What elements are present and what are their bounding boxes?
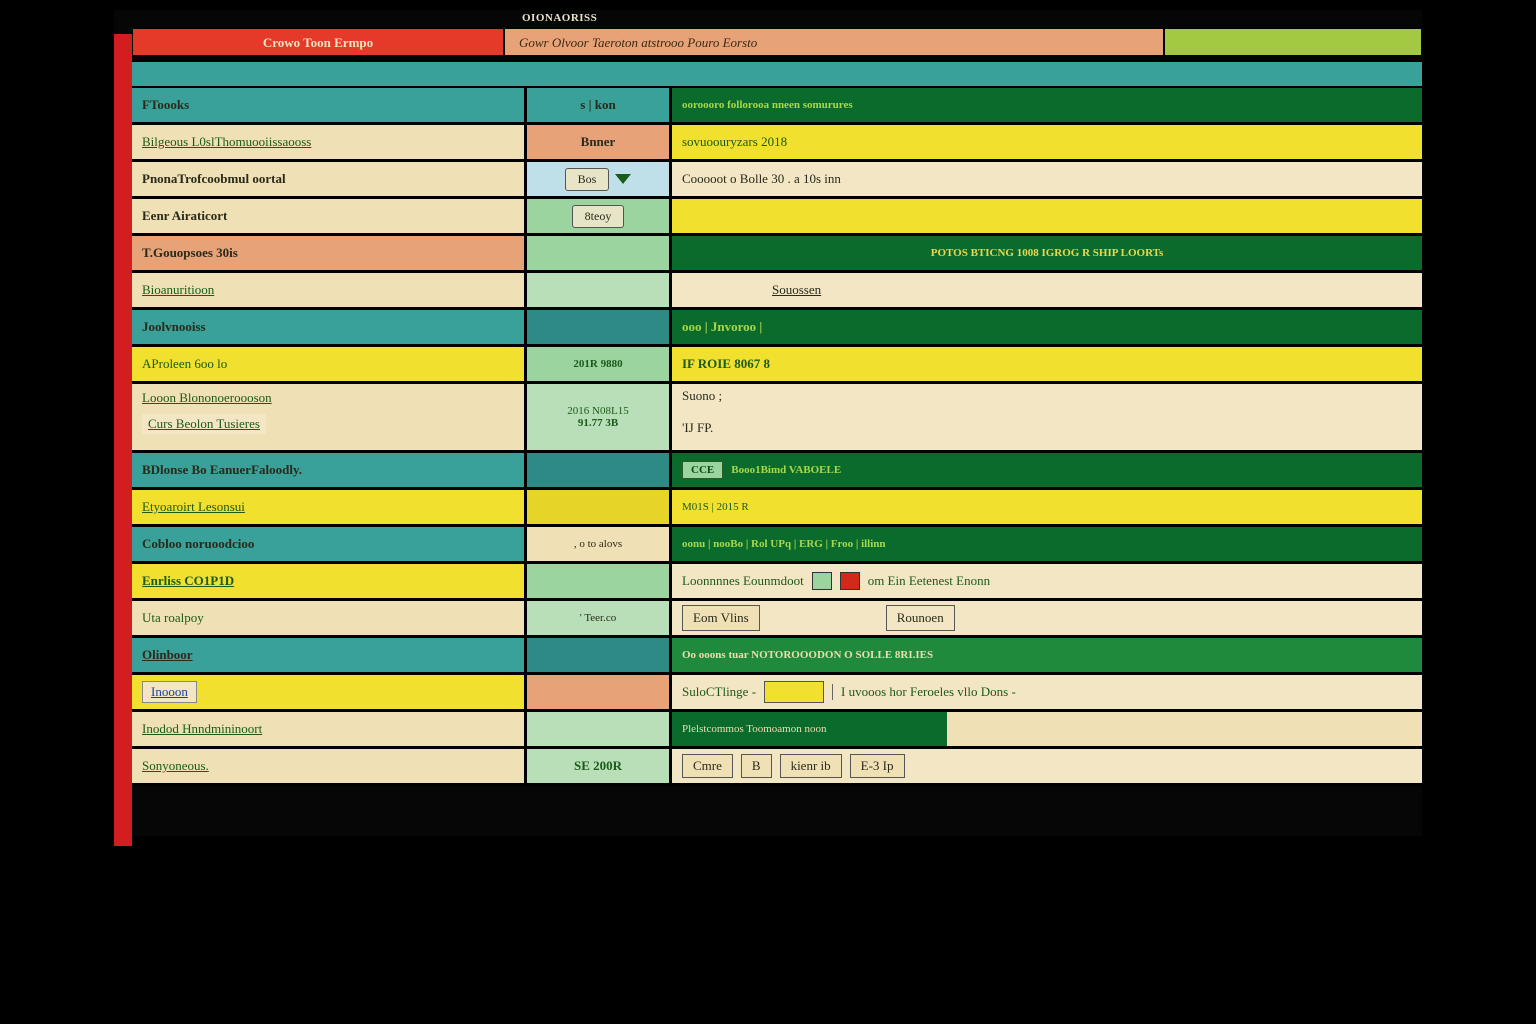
header-bar: Crowo Toon Ermpo Gowr Olvoor Taeroton at…: [132, 28, 1422, 56]
header-green[interactable]: [1164, 28, 1422, 56]
row-16: Inodod Hnndmininoort Plelstcommos Toomoam…: [132, 712, 1422, 749]
row-17: Sonyoneous.SE 200R Cmre Bkienr ib E-3 Ip: [132, 749, 1422, 786]
row-12-label[interactable]: Enrliss CO1P1D: [132, 564, 527, 598]
row-0-detail: ooroooro follorooa nneen somurures: [672, 88, 1422, 122]
row-17-label[interactable]: Sonyoneous.: [132, 749, 527, 783]
row-9-value: [527, 453, 672, 487]
row-10-label[interactable]: Etyoaroirt Lesonsui: [132, 490, 527, 524]
data-grid: FToookss | konooroooro follorooa nneen s…: [132, 88, 1422, 836]
row-11-label[interactable]: Cobloo noruoodcioo: [132, 527, 527, 561]
row-4-value: [527, 236, 672, 270]
row-6-value: [527, 310, 672, 344]
row-8-label[interactable]: Looon BlononoerooosonCurs Beolon Tusiere…: [132, 384, 527, 450]
row-5-detail: Souossen: [672, 273, 1422, 307]
header-peach: Gowr Olvoor Taeroton atstrooo Pouro Eors…: [504, 28, 1164, 56]
row-6: Joolvnooiss ooo | Jnvoroo |: [132, 310, 1422, 347]
row-3-value[interactable]: 8teoy: [527, 199, 672, 233]
row-6-label[interactable]: Joolvnooiss: [132, 310, 527, 344]
row-10-value: [527, 490, 672, 524]
row-13-value: ' Teer.co: [527, 601, 672, 635]
row-17-detail: Cmre Bkienr ib E-3 Ip: [672, 749, 1422, 783]
left-rail: [114, 34, 132, 846]
row-16-value: [527, 712, 672, 746]
contact-icon[interactable]: [812, 572, 832, 590]
sub-band: [132, 60, 1422, 89]
highlight-block[interactable]: [764, 681, 824, 703]
row-7-value: 201R 9880: [527, 347, 672, 381]
row-5-label[interactable]: Bioanuritioon: [132, 273, 527, 307]
row-0-value: s | kon: [527, 88, 672, 122]
row-5-value: [527, 273, 672, 307]
row-15: Inooon SuloCTlinge -I uvooos hor Feroeles…: [132, 675, 1422, 712]
row-11-value: , o to alovs: [527, 527, 672, 561]
row-1-label[interactable]: Bilgeous L0slThomuooiissaooss: [132, 125, 527, 159]
row-3-detail: [672, 199, 1422, 233]
row-11: Cobloo noruoodcioo, o to alovsoonu | noo…: [132, 527, 1422, 564]
app-frame: OIONAORISS Crowo Toon Ermpo Gowr Olvoor …: [104, 0, 1432, 846]
row-1-value: Bnner: [527, 125, 672, 159]
row-2-label[interactable]: PnonaTrofcoobmul oortal: [132, 162, 527, 196]
row-16-label[interactable]: Inodod Hnndmininoort: [132, 712, 527, 746]
row-0: FToookss | konooroooro follorooa nneen s…: [132, 88, 1422, 125]
alert-icon[interactable]: [840, 572, 860, 590]
row-4-detail: POTOS BTICNG 1008 IGROG R SHIP LOORTs: [672, 236, 1422, 270]
row-5: Bioanuritioon Souossen: [132, 273, 1422, 310]
row-13-label[interactable]: Uta roalpoy: [132, 601, 527, 635]
row-7: AProleen 6oo lo201R 9880IF ROIE 8067 8: [132, 347, 1422, 384]
header-red[interactable]: Crowo Toon Ermpo: [132, 28, 504, 56]
row-7-detail: IF ROIE 8067 8: [672, 347, 1422, 381]
row-8-detail: Suono ;'IJ FP.: [672, 384, 1422, 450]
btn-0[interactable]: Cmre: [682, 754, 733, 778]
row-12-detail: Loonnnnes Eounmdootom Ein Eetenest Enonn: [672, 564, 1422, 598]
box-left[interactable]: Eom Vlins: [682, 605, 760, 631]
row-13: Uta roalpoy' Teer.co Eom Vlins Rounoen: [132, 601, 1422, 638]
box-right[interactable]: Rounoen: [886, 605, 955, 631]
row-8-value: 2016 N08L1591.77 3B: [527, 384, 672, 450]
row-9: BDlonse Bo EanuerFaloodly. CCEBooo1Bimd V…: [132, 453, 1422, 490]
row-10-detail: M01S | 2015 R: [672, 490, 1422, 524]
row-6-detail: ooo | Jnvoroo |: [672, 310, 1422, 344]
row-10: Etyoaroirt Lesonsui M01S | 2015 R: [132, 490, 1422, 527]
row-14: Olinboor Oo ooons tuar NOTOROOODON O SOLL…: [132, 638, 1422, 675]
btn-2[interactable]: kienr ib: [780, 754, 842, 778]
row-2: PnonaTrofcoobmul oortalBosCooooot o Boll…: [132, 162, 1422, 199]
row-3-label[interactable]: Eenr Airaticort: [132, 199, 527, 233]
row-8: Looon BlononoerooosonCurs Beolon Tusiere…: [132, 384, 1422, 453]
row-12-value: [527, 564, 672, 598]
row-14-value: [527, 638, 672, 672]
row-9-label[interactable]: BDlonse Bo EanuerFaloodly.: [132, 453, 527, 487]
row-15-value: [527, 675, 672, 709]
row-9-detail: CCEBooo1Bimd VABOELE: [672, 453, 1422, 487]
row-16-detail: Plelstcommos Toomoamon noon: [672, 712, 1422, 746]
row-4-label[interactable]: T.Gouopsoes 30is: [132, 236, 527, 270]
row-2-value[interactable]: Bos: [527, 162, 672, 196]
row-17-value: SE 200R: [527, 749, 672, 783]
row-3: Eenr Airaticort8teoy: [132, 199, 1422, 236]
chip-a[interactable]: CCE: [682, 461, 723, 479]
btn-3[interactable]: E-3 Ip: [850, 754, 905, 778]
top-tag: OIONAORISS: [522, 12, 597, 24]
btn-1[interactable]: B: [741, 754, 772, 778]
row-15-detail: SuloCTlinge -I uvooos hor Feroeles vllo …: [672, 675, 1422, 709]
row-13-detail: Eom Vlins Rounoen: [672, 601, 1422, 635]
row-0-label[interactable]: FToooks: [132, 88, 527, 122]
row-14-label[interactable]: Olinboor: [132, 638, 527, 672]
row-15-label[interactable]: Inooon: [132, 675, 527, 709]
row-4: T.Gouopsoes 30is POTOS BTICNG 1008 IGROG …: [132, 236, 1422, 273]
row-12: Enrliss CO1P1D Loonnnnes Eounmdootom Ein …: [132, 564, 1422, 601]
row-14-detail: Oo ooons tuar NOTOROOODON O SOLLE 8RI.IE…: [672, 638, 1422, 672]
row-1-detail: sovuoouryzars 2018: [672, 125, 1422, 159]
row-11-detail: oonu | nooBo | Rol UPq | ERG | Froo | il…: [672, 527, 1422, 561]
row-1: Bilgeous L0slThomuooiissaoossBnnersovuoo…: [132, 125, 1422, 162]
row-2-detail: Cooooot o Bolle 30 . a 10s inn: [672, 162, 1422, 196]
row-7-label[interactable]: AProleen 6oo lo: [132, 347, 527, 381]
